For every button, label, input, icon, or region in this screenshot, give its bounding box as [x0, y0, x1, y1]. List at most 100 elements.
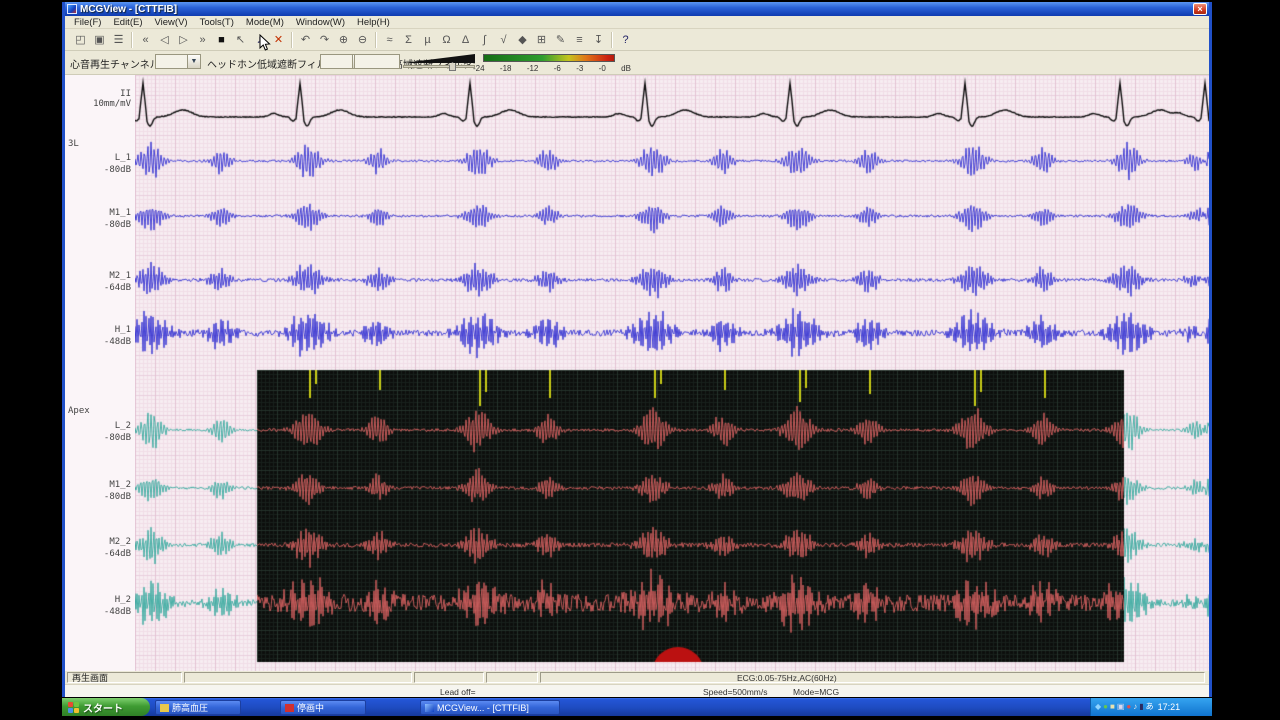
main-toolbar: ◰▣☰«◁▷»■↖♪✕↶↷⊕⊖≈ΣµΩΔ∫√◆⊞✎≡↧? [65, 29, 1209, 51]
channel-label: -48dB [65, 607, 131, 617]
channel-label: II [65, 89, 131, 99]
channel-label: L_1 [65, 153, 131, 163]
sensor-group-label: 3L [68, 139, 134, 149]
menu-bar: File(F)Edit(E)View(V)Tools(T)Mode(M)Wind… [65, 16, 1209, 29]
measure-root-button[interactable]: √ [494, 31, 513, 49]
channel-label: -64dB [65, 549, 131, 559]
windows-logo-icon [68, 702, 79, 713]
start-button[interactable]: スタート [62, 698, 150, 716]
measure-mu-button[interactable]: µ [418, 31, 437, 49]
vu-meter-scale: -24-18-12-6-3-0dB [473, 64, 631, 73]
status-panel-2 [414, 672, 484, 683]
highcut-filter-select[interactable] [354, 54, 400, 69]
measure-sum-button[interactable]: Σ [399, 31, 418, 49]
channel-label: H_2 [65, 595, 131, 605]
playback-channel-select[interactable]: ▼ [155, 54, 201, 69]
channel-label: M1_1 [65, 208, 131, 218]
task-button-label: 停画中 [297, 701, 324, 714]
redo-button[interactable]: ↷ [315, 31, 334, 49]
window-title: MCGView - [CTTFIB] [80, 4, 1193, 15]
menu-mode[interactable]: Mode(M) [241, 17, 289, 28]
task-button[interactable]: 肺高血圧 [155, 700, 241, 715]
mouse-cursor [259, 34, 271, 57]
taskbar: スタート ◆●■▣●♪▮あ17:21 肺高血圧停画中MCGView... - [… [62, 698, 1212, 716]
update-icon[interactable]: ● [1103, 703, 1108, 711]
security-icon[interactable]: ● [1126, 703, 1131, 711]
status-panel-0: 再生画面 [67, 672, 182, 683]
grid-button[interactable]: ⊞ [532, 31, 551, 49]
status-bar: ECG:0.05-75Hz,AC(60Hz) 再生画面 [65, 671, 1209, 684]
display-icon[interactable]: ▣ [1117, 703, 1125, 711]
task-button[interactable]: MCGView... - [CTTFIB] [420, 700, 560, 715]
layout-button[interactable]: ≡ [570, 31, 589, 49]
waveform-canvas [135, 75, 1209, 671]
channel-label: -64dB [65, 283, 131, 293]
channel-label: -80dB [65, 492, 131, 502]
menu-view[interactable]: View(V) [150, 17, 193, 28]
task-button[interactable]: 停画中 [280, 700, 366, 715]
export-button[interactable]: ↧ [589, 31, 608, 49]
task-button-label: 肺高血圧 [172, 701, 208, 714]
zoom-out-button[interactable]: ⊖ [353, 31, 372, 49]
task-button-label: MCGView... - [CTTFIB] [437, 703, 529, 713]
channel-label: M1_2 [65, 480, 131, 490]
close-button[interactable]: × [1193, 3, 1207, 15]
taskbar-clock: 17:21 [1158, 702, 1181, 712]
ime-icon[interactable]: あ [1146, 703, 1154, 711]
step-forward-button[interactable]: ▷ [174, 31, 193, 49]
sweep-speed: Speed=500mm/s [703, 687, 768, 697]
menu-tools[interactable]: Tools(T) [195, 17, 239, 28]
volume-icon[interactable]: ♪ [1133, 703, 1137, 711]
help-button[interactable]: ? [616, 31, 635, 49]
step-back-button[interactable]: ◁ [155, 31, 174, 49]
playback-channel-label: 心音再生チャンネル: [70, 56, 162, 71]
channel-label-column: II10mm/mV3LL_1-80dBM1_1-80dBM2_1-64dBH_1… [65, 75, 135, 671]
status-panel-4 [540, 672, 1205, 683]
zoom-in-button[interactable]: ⊕ [334, 31, 353, 49]
folder-icon [160, 704, 169, 712]
channel-label: L_2 [65, 421, 131, 431]
vu-tick-label: -0 [599, 64, 606, 73]
vu-tick-label: -24 [473, 64, 485, 73]
vu-tick-label: dB [621, 64, 631, 73]
app-icon [425, 704, 434, 712]
system-tray: ◆●■▣●♪▮あ17:21 [1090, 698, 1212, 716]
measure-integral-button[interactable]: ∫ [475, 31, 494, 49]
chevron-down-icon: ▼ [187, 55, 200, 68]
sensor-group-label: Apex [68, 406, 134, 416]
vu-tick-label: -18 [500, 64, 512, 73]
menu-window[interactable]: Window(W) [291, 17, 350, 28]
usb-icon[interactable]: ▮ [1139, 703, 1143, 711]
print-button[interactable]: ☰ [109, 31, 128, 49]
stop-button[interactable]: ■ [212, 31, 231, 49]
measure-delta-button[interactable]: Δ [456, 31, 475, 49]
app-window: MCGView - [CTTFIB] × File(F)Edit(E)View(… [62, 2, 1212, 697]
marker-button[interactable]: ◆ [513, 31, 532, 49]
skip-start-button[interactable]: « [136, 31, 155, 49]
toolbar-separator [375, 32, 377, 48]
toolbar-separator [291, 32, 293, 48]
channel-label: -48dB [65, 337, 131, 347]
menu-help[interactable]: Help(H) [352, 17, 395, 28]
measure-wave-button[interactable]: ≈ [380, 31, 399, 49]
menu-file[interactable]: File(F) [69, 17, 106, 28]
save-button[interactable]: ▣ [90, 31, 109, 49]
channel-label: -80dB [65, 165, 131, 175]
channel-label: H_1 [65, 325, 131, 335]
channel-label: -80dB [65, 433, 131, 443]
info-bar: Lead off= Speed=500mm/s Mode=MCG [65, 684, 1209, 697]
menu-edit[interactable]: Edit(E) [108, 17, 147, 28]
mute-button[interactable]: ✕ [269, 31, 288, 49]
lead-off-status: Lead off= [440, 687, 476, 697]
messenger-icon[interactable]: ■ [1110, 703, 1115, 711]
volume-slider-track[interactable] [403, 65, 475, 68]
network-icon[interactable]: ◆ [1095, 703, 1101, 711]
measure-ohm-button[interactable]: Ω [437, 31, 456, 49]
annotate-button[interactable]: ✎ [551, 31, 570, 49]
vu-tick-label: -3 [576, 64, 583, 73]
skip-end-button[interactable]: » [193, 31, 212, 49]
undo-button[interactable]: ↶ [296, 31, 315, 49]
title-bar[interactable]: MCGView - [CTTFIB] × [65, 2, 1209, 16]
pointer-button[interactable]: ↖ [231, 31, 250, 49]
open-button[interactable]: ◰ [71, 31, 90, 49]
